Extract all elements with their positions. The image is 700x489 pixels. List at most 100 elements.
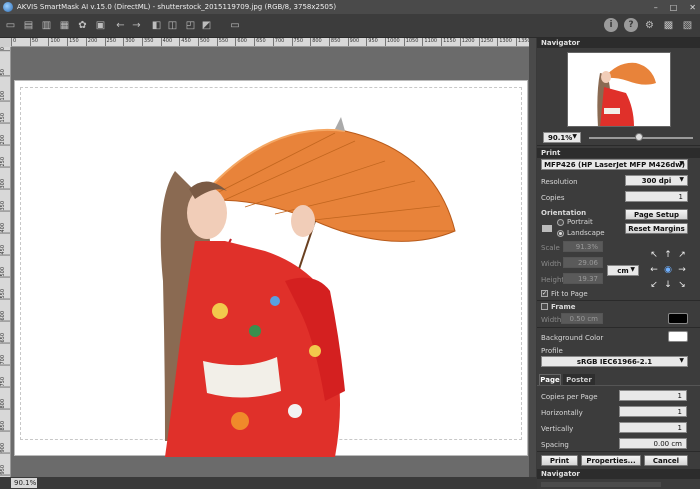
ruler-left-tick: 150 xyxy=(0,113,10,124)
page-setup-button[interactable]: Page Setup xyxy=(625,209,688,220)
fit-to-page-label: Fit to Page xyxy=(551,290,588,298)
layers-icon[interactable]: ◫ xyxy=(166,18,179,33)
spacing-field[interactable]: 0.00 cm xyxy=(619,438,687,449)
ruler-top-tick: 1200 xyxy=(459,38,475,46)
frame-checkbox[interactable] xyxy=(541,303,548,310)
share-icon[interactable]: ✿ xyxy=(76,18,89,33)
resolution-value: 300 dpi xyxy=(641,176,672,185)
batch-icon[interactable]: ▣ xyxy=(94,18,107,33)
ruler-top-tick: 1350 xyxy=(515,38,529,46)
image-canvas[interactable] xyxy=(11,47,529,477)
printer-value: MFP426 (HP LaserJet MFP M426dw) xyxy=(544,160,685,169)
frame-width-label: Width xyxy=(541,316,562,324)
landscape-radio[interactable] xyxy=(557,230,564,237)
ruler-left-tick: 950 xyxy=(0,465,10,476)
background-icon[interactable]: ◩ xyxy=(200,18,213,33)
align-top-right-icon[interactable]: ↗ xyxy=(677,250,687,260)
settings-icon[interactable]: ⚙ xyxy=(643,18,656,33)
status-zoom-field[interactable]: 90.1% xyxy=(11,478,37,488)
align-bottom-left-icon[interactable]: ↙ xyxy=(649,280,659,290)
ruler-left-tick: 400 xyxy=(0,223,10,234)
cancel-button[interactable]: Cancel xyxy=(644,455,688,466)
open-file-icon[interactable]: ▤ xyxy=(22,18,35,33)
frame-label: Frame xyxy=(551,303,576,311)
open-icon[interactable]: ▭ xyxy=(4,18,17,33)
scale-label: Scale xyxy=(541,244,560,252)
properties-button[interactable]: Properties... xyxy=(581,455,641,466)
feedback-icon[interactable]: ▩ xyxy=(662,18,675,33)
navigator-header[interactable]: Navigator xyxy=(537,38,700,48)
redo-icon[interactable]: → xyxy=(130,18,143,33)
align-bottom-right-icon[interactable]: ↘ xyxy=(677,280,687,290)
status-bar: 90.1% xyxy=(0,477,536,489)
frame-color-swatch[interactable] xyxy=(668,313,688,324)
background-color-label: Background Color xyxy=(541,334,604,342)
navigator-zoom-select[interactable]: 90.1% ▼ xyxy=(543,132,581,143)
tab-page[interactable]: Page xyxy=(539,374,561,385)
save-icon[interactable]: ▥ xyxy=(40,18,53,33)
align-center-icon[interactable]: ◉ xyxy=(663,265,673,275)
portrait-radio[interactable] xyxy=(557,219,564,226)
copies-per-page-label: Copies per Page xyxy=(541,393,598,401)
photo-woman-with-parasol xyxy=(160,117,456,457)
copies-label: Copies xyxy=(541,194,565,202)
vertically-field[interactable]: 1 xyxy=(619,422,687,433)
printer-select[interactable]: MFP426 (HP LaserJet MFP M426dw) ▼ xyxy=(541,159,688,170)
info-icon[interactable]: i xyxy=(604,18,618,32)
close-button[interactable]: ✕ xyxy=(689,3,696,12)
ruler-top-tick: 50 xyxy=(29,38,38,46)
align-bottom-icon[interactable]: ↓ xyxy=(663,280,673,290)
ruler-top-tick: 750 xyxy=(291,38,303,46)
copies-per-page-field[interactable]: 1 xyxy=(619,390,687,401)
orientation-label: Orientation xyxy=(541,209,587,217)
notifications-icon[interactable]: ▧ xyxy=(681,18,694,33)
portrait-label: Portrait xyxy=(567,218,593,226)
maximize-button[interactable]: □ xyxy=(670,3,678,12)
undo-icon[interactable]: ← xyxy=(114,18,127,33)
height-label: Height xyxy=(541,276,565,284)
background-color-swatch[interactable] xyxy=(668,331,688,342)
width-label: Width xyxy=(541,260,562,268)
help-icon[interactable]: ? xyxy=(624,18,638,32)
print-button[interactable]: Print xyxy=(541,455,578,466)
ruler-top-tick: 650 xyxy=(254,38,266,46)
ruler-left-tick: 600 xyxy=(0,311,10,322)
fit-to-page-checkbox[interactable]: ✓ xyxy=(541,290,548,297)
align-top-icon[interactable]: ↑ xyxy=(663,250,673,260)
profile-select[interactable]: sRGB IEC61966-2.1 ▼ xyxy=(541,356,688,367)
copies-field[interactable]: 1 xyxy=(625,191,688,202)
unit-select[interactable]: cm ▼ xyxy=(607,265,639,276)
ruler-top-tick: 1100 xyxy=(422,38,437,46)
mask-icon[interactable]: ◧ xyxy=(150,18,163,33)
tab-poster[interactable]: Poster xyxy=(563,374,595,385)
zoom-slider-handle[interactable] xyxy=(635,133,643,141)
ruler-left-tick: 800 xyxy=(0,399,10,410)
ruler-top-tick: 950 xyxy=(366,38,378,46)
spacing-label: Spacing xyxy=(541,441,569,449)
reset-margins-button[interactable]: Reset Margins xyxy=(625,223,688,234)
print-page-preview xyxy=(14,80,528,457)
navigator-thumbnail[interactable] xyxy=(567,52,671,127)
print-icon[interactable]: ▦ xyxy=(58,18,71,33)
title-bar: AKVIS SmartMask AI v.15.0 (DirectML) - s… xyxy=(0,0,700,14)
ruler-left-tick: 100 xyxy=(0,91,10,102)
crop-icon[interactable]: ◰ xyxy=(184,18,197,33)
align-right-icon[interactable]: → xyxy=(677,265,687,275)
canvas-vertical-scrollbar[interactable] xyxy=(529,38,536,477)
ruler-top-tick: 800 xyxy=(310,38,322,46)
navigator-preview-image xyxy=(597,62,656,126)
window-title: AKVIS SmartMask AI v.15.0 (DirectML) - s… xyxy=(17,3,337,11)
ruler-left-tick: 350 xyxy=(0,201,10,212)
minimize-button[interactable]: – xyxy=(654,3,658,12)
align-top-left-icon[interactable]: ↖ xyxy=(649,250,659,260)
ruler-left-tick: 0 xyxy=(0,47,10,52)
navigator-footer-header[interactable]: Navigator xyxy=(537,469,700,479)
print-header[interactable]: Print xyxy=(537,148,700,158)
ruler-top-tick: 600 xyxy=(235,38,247,46)
ai-icon[interactable]: ▭ xyxy=(226,18,244,33)
profile-value: sRGB IEC61966-2.1 xyxy=(576,357,653,366)
align-left-icon[interactable]: ← xyxy=(649,265,659,275)
horizontally-field[interactable]: 1 xyxy=(619,406,687,417)
ruler-left-tick: 250 xyxy=(0,157,10,168)
resolution-select[interactable]: 300 dpi ▼ xyxy=(625,175,688,186)
